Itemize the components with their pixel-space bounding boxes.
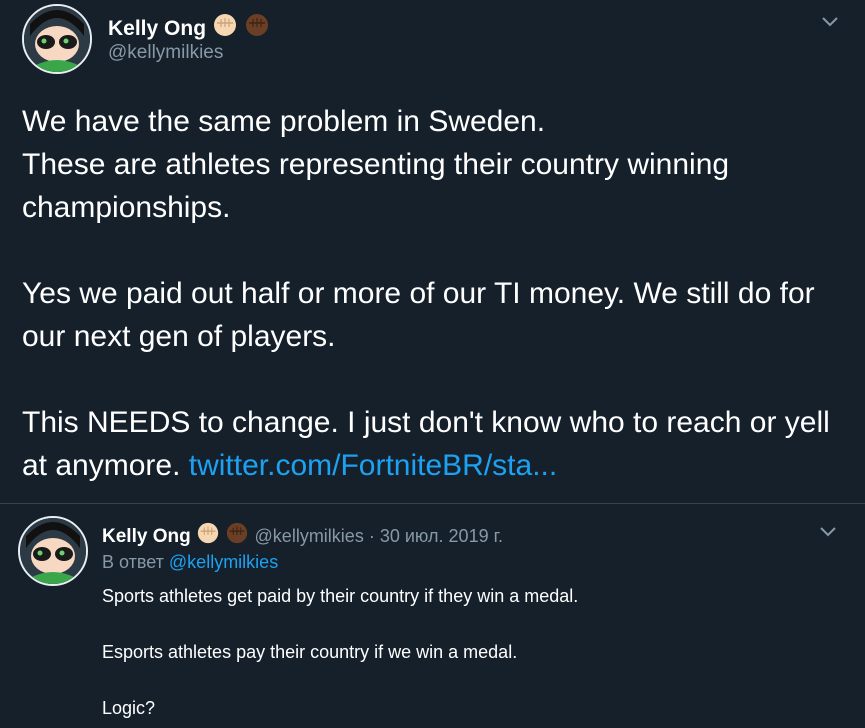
reply-prefix: В ответ	[102, 552, 164, 572]
reply-to-link[interactable]: @kellymilkies	[169, 552, 278, 572]
chevron-down-icon[interactable]	[820, 12, 840, 37]
author-handle[interactable]: @kellymilkies	[108, 42, 223, 64]
tweet-text-line: We have the same problem in Sweden.	[22, 105, 546, 138]
tweet-text-line: Yes we paid out half or more of our TI m…	[22, 277, 823, 353]
tweet-date[interactable]: 30 июл. 2019 г.	[380, 526, 503, 546]
quoted-tweet-link[interactable]: twitter.com/FortniteBR/sta...	[189, 449, 557, 482]
meta-separator: ·	[368, 526, 375, 546]
avatar-image	[24, 6, 90, 72]
avatar[interactable]	[18, 516, 88, 586]
author-name[interactable]: Kelly Ong @kellymilkies · 30 июл. 2019 г…	[102, 521, 503, 551]
chevron-down-icon[interactable]	[818, 522, 838, 547]
raised-fist-light-skin-icon	[196, 521, 220, 551]
author-handle[interactable]: @kellymilkies	[255, 526, 364, 546]
reply-body: Sports athletes get paid by their countr…	[102, 582, 842, 722]
main-tweet[interactable]: Kelly Ong @kellymilkies We have the same…	[0, 0, 865, 504]
reply-text-line: Sports athletes get paid by their countr…	[102, 586, 579, 606]
author-name-text: Kelly Ong	[108, 17, 207, 40]
raised-fist-light-skin-icon	[212, 12, 238, 44]
avatar[interactable]	[22, 4, 92, 74]
reply-text-line: Esports athletes pay their country if we…	[102, 642, 518, 662]
raised-fist-dark-skin-icon	[225, 521, 249, 551]
tweet-text-line: These are athletes representing their co…	[22, 148, 738, 224]
tweet-body: We have the same problem in Sweden. Thes…	[22, 100, 842, 487]
reply-context: В ответ @kellymilkies	[102, 552, 278, 573]
avatar-image	[20, 518, 86, 584]
author-name-text: Kelly Ong	[102, 526, 191, 547]
author-name[interactable]: Kelly Ong	[108, 12, 270, 44]
raised-fist-dark-skin-icon	[244, 12, 270, 44]
reply-text-line: Logic?	[102, 698, 156, 718]
